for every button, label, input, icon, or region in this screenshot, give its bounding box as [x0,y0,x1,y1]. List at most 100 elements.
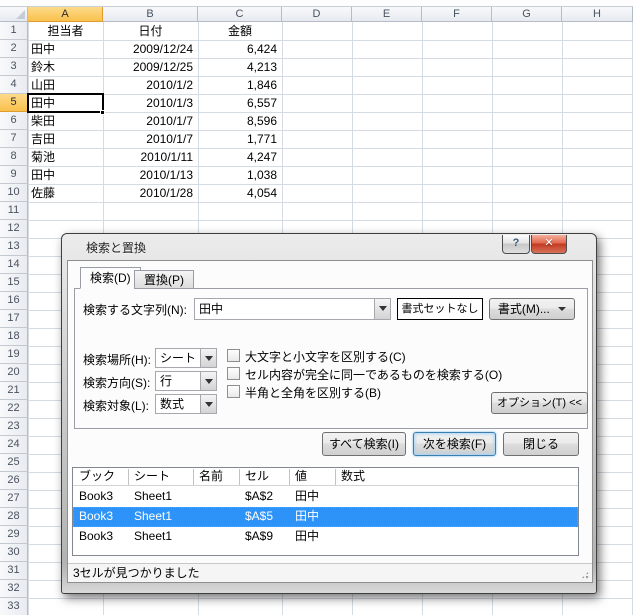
row-header-21[interactable]: 21 [0,382,28,400]
close-button[interactable]: 閉じる [503,432,579,456]
row-header-13[interactable]: 13 [0,238,28,256]
cell-A6[interactable]: 柴田 [28,112,103,130]
column-header-G[interactable]: G [492,7,562,22]
cell-A3[interactable]: 鈴木 [28,58,103,76]
row-header-3[interactable]: 3 [0,58,28,76]
row-header-18[interactable]: 18 [0,328,28,346]
cell-C8[interactable]: 4,247 [198,148,282,166]
row-header-30[interactable]: 30 [0,544,28,562]
fill-handle[interactable] [100,110,105,115]
cell-B6[interactable]: 2010/1/7 [103,112,198,130]
checkbox-unchecked-icon[interactable] [227,349,240,362]
column-header-D[interactable]: D [282,7,352,22]
cell-C7[interactable]: 1,771 [198,130,282,148]
results-column-header[interactable]: 値 [295,468,307,485]
row-header-5[interactable]: 5 [0,94,28,112]
tab-find[interactable]: 検索(D) [80,267,141,289]
dialog-title[interactable]: 検索と置換 [86,239,146,256]
row-header-16[interactable]: 16 [0,292,28,310]
results-column-header[interactable]: ブック [79,468,115,485]
row-header-10[interactable]: 10 [0,184,28,202]
column-header-F[interactable]: F [422,7,492,22]
cell-B4[interactable]: 2010/1/2 [103,76,198,94]
row-header-17[interactable]: 17 [0,310,28,328]
column-header-H[interactable]: H [562,7,633,22]
row-header-20[interactable]: 20 [0,364,28,382]
cell-B3[interactable]: 2009/12/25 [103,58,198,76]
row-header-22[interactable]: 22 [0,400,28,418]
results-column-header[interactable]: 数式 [341,468,365,485]
cell-C6[interactable]: 8,596 [198,112,282,130]
row-header-19[interactable]: 19 [0,346,28,364]
row-header-12[interactable]: 12 [0,220,28,238]
column-header-C[interactable]: C [198,7,282,22]
row-header-33[interactable]: 33 [0,598,28,615]
column-header-E[interactable]: E [352,7,422,22]
row-header-9[interactable]: 9 [0,166,28,184]
cell-A8[interactable]: 菊池 [28,148,103,166]
cell-B9[interactable]: 2010/1/13 [103,166,198,184]
row-header-1[interactable]: 1 [0,22,28,40]
cell-B2[interactable]: 2009/12/24 [103,40,198,58]
cell-C10[interactable]: 4,054 [198,184,282,202]
cell-B8[interactable]: 2010/1/11 [103,148,198,166]
results-column-header[interactable]: シート [134,468,170,485]
search-order-combobox[interactable]: 行 [155,371,217,391]
checkbox-unchecked-icon[interactable] [227,367,240,380]
results-column-header[interactable]: セル [245,468,269,485]
cell-A1[interactable]: 担当者 [28,22,103,40]
result-row-$A$5[interactable]: Book3Sheet1$A$5田中 [73,507,578,527]
row-header-31[interactable]: 31 [0,562,28,580]
cell-C1[interactable]: 金額 [198,22,282,40]
checkbox-unchecked-icon[interactable] [227,385,240,398]
cell-C4[interactable]: 1,846 [198,76,282,94]
find-all-button[interactable]: すべて検索(I) [322,432,406,456]
cell-C3[interactable]: 4,213 [198,58,282,76]
cell-B1[interactable]: 日付 [103,22,198,40]
cell-A4[interactable]: 山田 [28,76,103,94]
row-header-4[interactable]: 4 [0,76,28,94]
within-combobox[interactable]: シート [155,348,217,368]
row-header-14[interactable]: 14 [0,256,28,274]
row-header-25[interactable]: 25 [0,454,28,472]
cell-C5[interactable]: 6,557 [198,94,282,112]
row-header-27[interactable]: 27 [0,490,28,508]
column-header-A[interactable]: A [28,7,103,22]
chevron-down-icon[interactable] [200,372,216,390]
find-next-button[interactable]: 次を検索(F) [413,432,496,456]
cell-B5[interactable]: 2010/1/3 [103,94,198,112]
chevron-down-icon[interactable] [374,299,390,319]
options-button[interactable]: オプション(T) << [491,392,588,414]
row-header-32[interactable]: 32 [0,580,28,598]
chevron-down-icon[interactable] [200,349,216,367]
select-all-corner[interactable] [0,7,28,22]
tab-replace[interactable]: 置換(P) [134,270,194,289]
row-header-28[interactable]: 28 [0,508,28,526]
row-header-2[interactable]: 2 [0,40,28,58]
row-header-11[interactable]: 11 [0,202,28,220]
row-header-26[interactable]: 26 [0,472,28,490]
cell-B10[interactable]: 2010/1/28 [103,184,198,202]
cell-B7[interactable]: 2010/1/7 [103,130,198,148]
row-header-23[interactable]: 23 [0,418,28,436]
row-header-29[interactable]: 29 [0,526,28,544]
row-header-24[interactable]: 24 [0,436,28,454]
find-what-combobox[interactable]: 田中 [194,298,391,320]
column-header-B[interactable]: B [103,7,198,22]
row-header-8[interactable]: 8 [0,148,28,166]
cell-A9[interactable]: 田中 [28,166,103,184]
row-header-6[interactable]: 6 [0,112,28,130]
format-button[interactable]: 書式(M)... [489,298,575,320]
cell-A2[interactable]: 田中 [28,40,103,58]
cell-A7[interactable]: 吉田 [28,130,103,148]
cell-A10[interactable]: 佐藤 [28,184,103,202]
row-header-15[interactable]: 15 [0,274,28,292]
result-row-$A$2[interactable]: Book3Sheet1$A$2田中 [73,487,578,507]
cell-C9[interactable]: 1,038 [198,166,282,184]
close-window-button[interactable]: ✕ [531,235,567,254]
chevron-down-icon[interactable] [200,395,216,413]
row-header-7[interactable]: 7 [0,130,28,148]
results-column-header[interactable]: 名前 [199,468,223,485]
help-button[interactable]: ? [502,235,530,254]
look-in-combobox[interactable]: 数式 [155,394,217,414]
